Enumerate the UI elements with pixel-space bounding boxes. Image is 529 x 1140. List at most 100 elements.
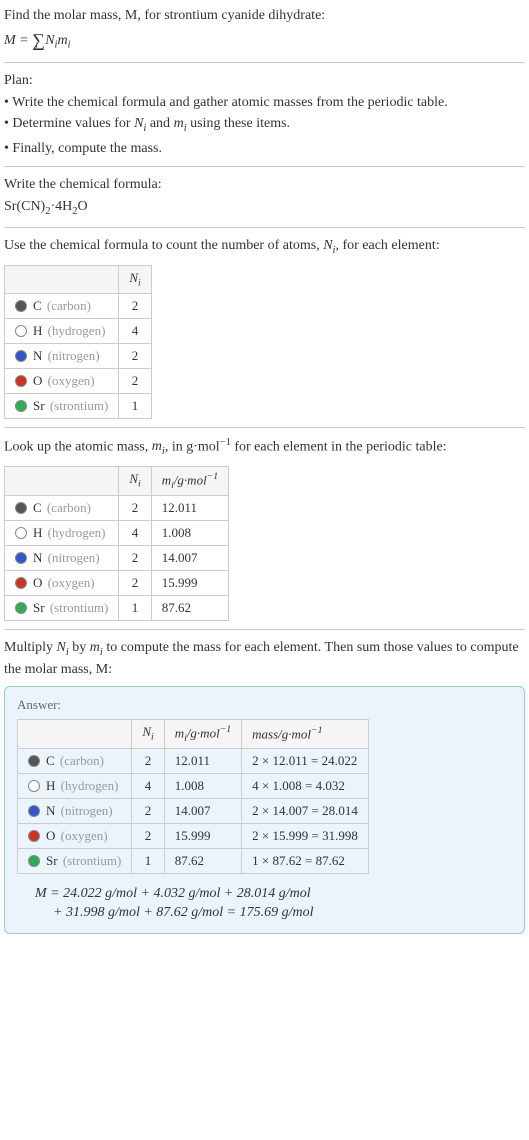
col-mi: mi/g·mol−1 — [164, 719, 241, 748]
table-row: O (oxygen)215.999 — [5, 570, 229, 595]
mass-value: 4 × 1.008 = 4.032 — [242, 773, 369, 798]
element-symbol: N (nitrogen) — [46, 803, 113, 819]
answer-box: Answer: Ni mi/g·mol−1 mass/g·mol −1 C (ca… — [4, 686, 525, 934]
table-row: H (hydrogen)41.0084 × 1.008 = 4.032 — [18, 773, 369, 798]
col-ni: Ni — [119, 265, 151, 293]
col-element — [18, 719, 132, 748]
element-swatch — [28, 755, 40, 767]
element-swatch — [28, 855, 40, 867]
element-swatch — [15, 400, 27, 412]
col-ni: Ni — [132, 719, 164, 748]
mult-mi: mi — [90, 640, 103, 655]
mass-value: 2 × 12.011 = 24.022 — [242, 748, 369, 773]
intro-formula: M = ∑i Nimi — [4, 28, 525, 55]
n-value: 1 — [119, 595, 151, 620]
plan-item2-mid: and — [146, 116, 173, 131]
n-value: 1 — [119, 393, 151, 418]
ni-sub: i — [138, 278, 141, 289]
mi-neg1: −1 — [220, 724, 231, 735]
m-value: 15.999 — [151, 570, 228, 595]
lookup-mid: , in g·mol — [165, 439, 220, 454]
table-row: C (carbon) 212.0112 × 12.011 = 24.022 — [18, 748, 369, 773]
element-cell: C (carbon) — [5, 495, 119, 520]
final-equation: M = 24.022 g/mol + 4.032 g/mol + 28.014 … — [35, 884, 512, 923]
n-value: 1 — [132, 848, 164, 873]
element-symbol: O (oxygen) — [46, 828, 108, 844]
ni-label: N — [129, 270, 138, 285]
chem-dot: ·4H — [50, 199, 72, 214]
element-cell: H (hydrogen) — [5, 520, 119, 545]
intro-title: Find the molar mass, M, for strontium cy… — [4, 6, 525, 26]
final-line-2: + 31.998 g/mol + 87.62 g/mol = 175.69 g/… — [53, 903, 512, 923]
element-symbol: N (nitrogen) — [33, 550, 100, 566]
intro: Find the molar mass, M, for strontium cy… — [4, 6, 525, 54]
count-ni: Ni — [323, 238, 335, 253]
table-row: Sr (strontium) 1 — [5, 393, 152, 418]
mi-unit: /g·mol — [174, 472, 207, 487]
count-section: Use the chemical formula to count the nu… — [4, 236, 525, 418]
col-element — [5, 265, 119, 293]
divider — [4, 166, 525, 167]
m-value: 15.999 — [164, 823, 241, 848]
element-swatch — [15, 325, 27, 337]
element-symbol: N (nitrogen) — [33, 348, 100, 364]
element-swatch — [28, 805, 40, 817]
element-cell: N (nitrogen) — [5, 545, 119, 570]
n-value: 2 — [119, 293, 151, 318]
mult-mid: by — [69, 640, 90, 655]
chem-part1: Sr(CN) — [4, 199, 45, 214]
element-cell: H (hydrogen) — [18, 773, 132, 798]
multiply-heading: Multiply Ni by mi to compute the mass fo… — [4, 638, 525, 680]
lookup-table: Ni mi/g·mol−1 C (carbon)212.011H (hydrog… — [4, 466, 229, 621]
n-value: 2 — [132, 748, 164, 773]
lookup-section: Look up the atomic mass, mi, in g·mol−1 … — [4, 436, 525, 621]
mass-value: 2 × 14.007 = 28.014 — [242, 798, 369, 823]
mass-value: 1 × 87.62 = 87.62 — [242, 848, 369, 873]
element-cell: H (hydrogen) — [5, 318, 119, 343]
ni-label: N — [129, 471, 138, 486]
mult-prefix: Multiply — [4, 640, 57, 655]
plan: Plan: • Write the chemical formula and g… — [4, 71, 525, 158]
element-symbol: H (hydrogen) — [33, 323, 105, 339]
plan-mi: mi — [174, 116, 187, 131]
mass-label: mass/g·mol — [252, 726, 311, 741]
divider — [4, 62, 525, 63]
element-symbol: Sr (strontium) — [33, 600, 108, 616]
m-value: 12.011 — [164, 748, 241, 773]
table-row: Sr (strontium)187.621 × 87.62 = 87.62 — [18, 848, 369, 873]
element-swatch — [15, 577, 27, 589]
answer-label: Answer: — [17, 697, 512, 713]
table-row: H (hydrogen)41.008 — [5, 520, 229, 545]
element-swatch — [15, 350, 27, 362]
sigma-index: i — [35, 41, 38, 52]
element-cell: Sr (strontium) — [5, 595, 119, 620]
plan-ni: Ni — [134, 116, 146, 131]
element-symbol: C (carbon) — [33, 298, 91, 314]
count-suffix: , for each element: — [335, 238, 439, 253]
final-line-1: M = 24.022 g/mol + 4.032 g/mol + 28.014 … — [35, 884, 512, 904]
element-symbol: Sr (strontium) — [33, 398, 108, 414]
table-row: Sr (strontium) 187.62 — [5, 595, 229, 620]
plan-item2-suffix: using these items. — [187, 116, 290, 131]
element-symbol: C (carbon) — [46, 753, 104, 769]
m-value: 87.62 — [164, 848, 241, 873]
plan-item-1: • Write the chemical formula and gather … — [4, 93, 525, 113]
col-mi: mi/g·mol−1 — [151, 466, 228, 495]
n-value: 2 — [119, 368, 151, 393]
formula-prefix: M = — [4, 32, 32, 47]
mi-neg1: −1 — [207, 471, 218, 482]
element-cell: O (oxygen) — [5, 570, 119, 595]
chemical-formula: Sr(CN)2·4H2O — [4, 197, 525, 219]
element-cell: N (nitrogen) — [5, 343, 119, 368]
n-value: 2 — [132, 798, 164, 823]
m-value: 1.008 — [164, 773, 241, 798]
n-value: 2 — [119, 545, 151, 570]
mi-label: m — [175, 725, 184, 740]
element-symbol: H (hydrogen) — [33, 525, 105, 541]
count-table: Ni C (carbon) 2 H (hydrogen) 4 N (nitrogen) 2… — [4, 265, 152, 419]
n-value: 4 — [119, 318, 151, 343]
element-swatch — [15, 552, 27, 564]
m-value: 87.62 — [151, 595, 228, 620]
lookup-suffix: for each element in the periodic table: — [231, 439, 447, 454]
element-cell: O (oxygen) — [18, 823, 132, 848]
